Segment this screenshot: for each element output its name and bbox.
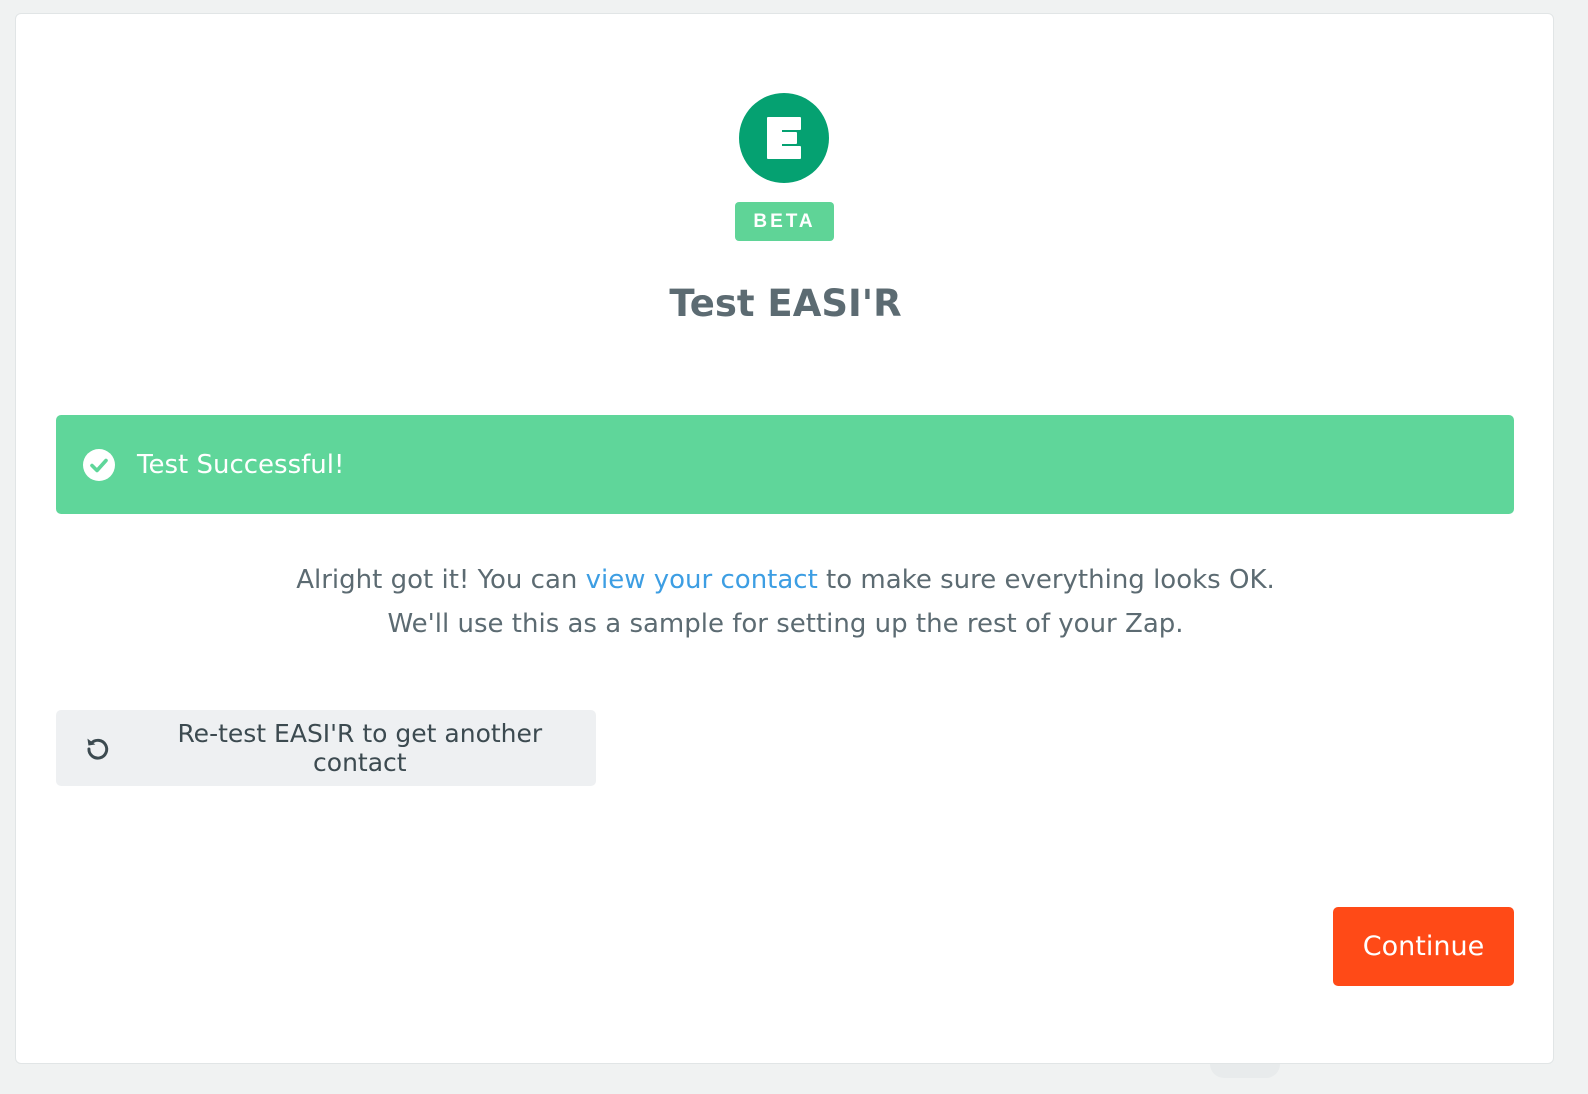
bottom-decoration: [1210, 1064, 1280, 1078]
result-message: Alright got it! You can view your contac…: [16, 558, 1555, 646]
easir-logo-icon: [739, 93, 829, 183]
retest-label: Re-test EASI'R to get another contact: [177, 719, 543, 777]
message-text-before-link: Alright got it! You can: [296, 565, 586, 595]
test-step-card: BETA Test EASI'R Test Successful! Alrigh…: [15, 13, 1554, 1064]
check-circle-icon: [83, 448, 115, 481]
page-title: Test EASI'R: [669, 282, 902, 325]
continue-button[interactable]: Continue: [1333, 907, 1514, 986]
beta-badge: BETA: [735, 202, 834, 241]
view-contact-link[interactable]: view your contact: [586, 565, 818, 595]
success-text: Test Successful!: [137, 449, 345, 480]
easir-e-glyph: [767, 117, 801, 159]
test-success-banner: Test Successful!: [56, 415, 1514, 514]
refresh-icon: [87, 738, 109, 760]
message-line-2: We'll use this as a sample for setting u…: [387, 609, 1184, 639]
retest-button[interactable]: Re-test EASI'R to get another contact: [56, 710, 596, 786]
message-line-1: Alright got it! You can view your contac…: [16, 558, 1555, 602]
message-text-after-link: to make sure everything looks OK.: [817, 565, 1275, 595]
app-logo: [739, 93, 829, 183]
